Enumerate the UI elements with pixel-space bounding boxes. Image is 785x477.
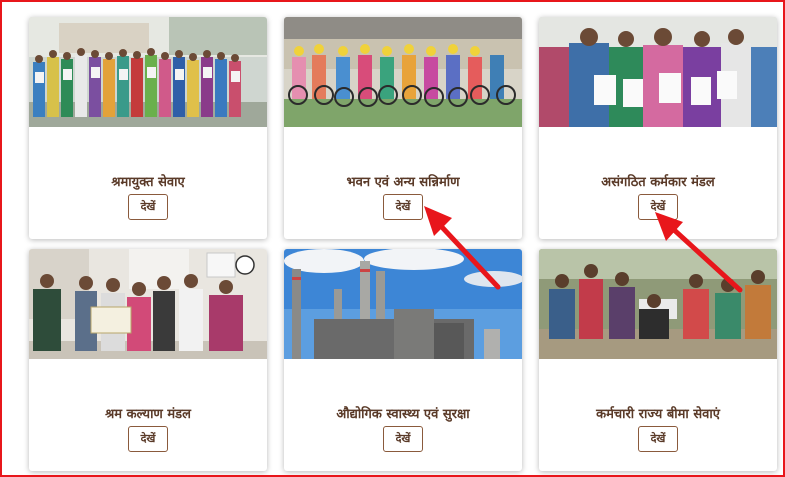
card-labour-welfare-board: श्रम कल्याण मंडल देखें [29,249,267,471]
card-labour-commissioner-services: श्रमायुक्त सेवाए देखें [29,17,267,239]
card-title: श्रम कल्याण मंडल [105,407,191,422]
card-photo-power-plant [284,249,522,359]
view-button[interactable]: देखें [638,194,678,220]
card-building-construction: भवन एवं अन्य सन्निर्माण देखें [284,17,522,239]
card-photo-health-camp [539,249,777,359]
card-photo-workers-with-certificates [29,17,267,127]
card-photo-office-group [29,249,267,359]
card-title: भवन एवं अन्य सन्निर्माण [346,175,460,190]
view-button[interactable]: देखें [128,426,168,452]
card-title: असंगठित कर्मकार मंडल [601,175,715,190]
card-unorganised-workers-board: असंगठित कर्मकार मंडल देखें [539,17,777,239]
view-button[interactable]: देखें [638,426,678,452]
card-industrial-health-safety: औद्योगिक स्वास्थ्य एवं सुरक्षा देखें [284,249,522,471]
card-photo-women-with-bicycles [284,17,522,127]
card-title: औद्योगिक स्वास्थ्य एवं सुरक्षा [336,407,470,422]
card-title: कर्मचारी राज्य बीमा सेवाएं [596,407,720,422]
view-button[interactable]: देखें [383,426,423,452]
card-photo-women-holding-documents [539,17,777,127]
view-button[interactable]: देखें [128,194,168,220]
view-button[interactable]: देखें [383,194,423,220]
card-title: श्रमायुक्त सेवाए [111,175,185,190]
card-employee-state-insurance: कर्मचारी राज्य बीमा सेवाएं देखें [539,249,777,471]
